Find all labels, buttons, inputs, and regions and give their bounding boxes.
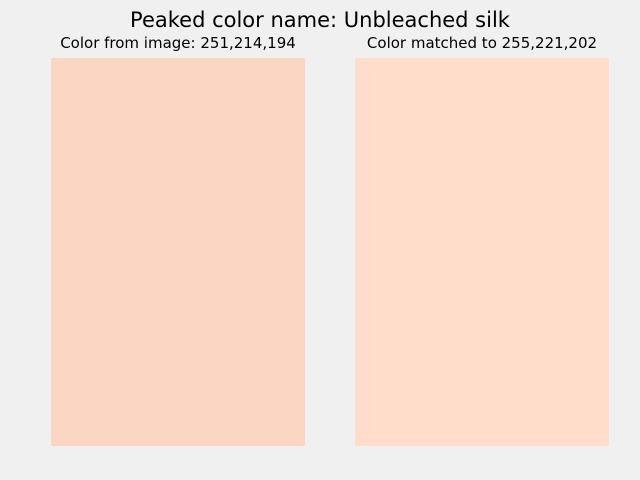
image-color-swatch [51, 58, 305, 446]
matched-color-swatch [355, 58, 609, 446]
page-title: Peaked color name: Unbleached silk [130, 8, 510, 32]
matched-color-title: Color matched to 255,221,202 [366, 34, 598, 52]
image-color-title: Color from image: 251,214,194 [60, 34, 296, 52]
